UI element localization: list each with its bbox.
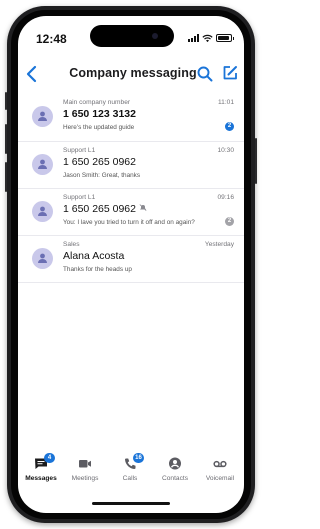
- status-time: 12:48: [36, 32, 67, 46]
- person-icon: [38, 253, 47, 263]
- volume-up-button: [5, 124, 7, 154]
- conversation-preview: You: I lave you tried to turn it off and…: [63, 219, 195, 226]
- tab-label: Contacts: [161, 475, 189, 482]
- conversation-title: Alana Acosta: [63, 250, 125, 262]
- avatar: [32, 248, 53, 269]
- tab-meetings[interactable]: Meetings: [63, 453, 107, 491]
- status-icons: [188, 33, 234, 43]
- avatar: [32, 154, 53, 175]
- tab-calls[interactable]: 16 Calls: [108, 453, 152, 491]
- dynamic-island: [90, 25, 174, 47]
- conversation-line: Support L1: [63, 194, 96, 201]
- home-indicator[interactable]: [92, 502, 170, 505]
- video-icon: [79, 460, 91, 468]
- conversation-preview: Here's the updated guide: [63, 124, 135, 131]
- tab-bar: 4 Messages Meetings 16 Calls Contacts Vo…: [18, 453, 244, 493]
- tab-label: Calls: [122, 475, 138, 482]
- volume-down-button: [5, 162, 7, 192]
- mute-bell-icon: [139, 204, 147, 211]
- conversation-title: 1 650 265 0962: [63, 156, 136, 168]
- conversation-line: Main company number: [63, 99, 131, 106]
- contact-icon: [169, 457, 181, 470]
- conversation-title-wrap: 1 650 265 0962: [63, 203, 147, 215]
- voicemail-icon: [213, 460, 227, 468]
- phone-screen: 12:48 Company messaging Main company num…: [18, 16, 244, 513]
- unread-badge: 2: [225, 122, 234, 131]
- power-button: [255, 138, 257, 184]
- person-icon: [38, 206, 47, 216]
- cellular-signal-icon: [188, 34, 199, 42]
- tab-contacts[interactable]: Contacts: [153, 453, 197, 491]
- conversation-row[interactable]: Support L1 09:16 1 650 265 0962 You: I l…: [18, 189, 244, 236]
- conversation-time: 09:16: [217, 194, 234, 201]
- conversation-row[interactable]: Sales Yesterday Alana Acosta Thanks for …: [18, 236, 244, 283]
- calls-badge: 16: [133, 453, 144, 463]
- conversation-row[interactable]: Main company number 11:01 1 650 123 3132…: [18, 94, 244, 142]
- conversation-list: Main company number 11:01 1 650 123 3132…: [18, 94, 244, 283]
- compose-icon[interactable]: [222, 65, 238, 81]
- person-icon: [38, 159, 47, 169]
- tab-label: Messages: [25, 475, 57, 482]
- wifi-icon: [202, 34, 213, 42]
- conversation-time: 10:30: [217, 147, 234, 154]
- conversation-preview: Thanks for the heads up: [63, 266, 132, 273]
- search-icon[interactable]: [196, 65, 214, 83]
- avatar: [32, 201, 53, 222]
- tab-messages[interactable]: 4 Messages: [19, 453, 63, 491]
- unread-badge: 2: [225, 217, 234, 226]
- conversation-line: Support L1: [63, 147, 96, 154]
- conversation-title: 1 650 265 0962: [63, 203, 136, 215]
- action-button: [5, 92, 7, 110]
- conversation-preview: Jason Smith: Great, thanks: [63, 172, 141, 179]
- conversation-time: 11:01: [217, 99, 234, 106]
- front-camera: [152, 33, 158, 39]
- tab-label: Voicemail: [205, 475, 235, 482]
- messages-badge: 4: [44, 453, 55, 463]
- avatar: [32, 106, 53, 127]
- conversation-row[interactable]: Support L1 10:30 1 650 265 0962 Jason Sm…: [18, 142, 244, 189]
- tab-voicemail[interactable]: Voicemail: [198, 453, 242, 491]
- nav-bar: Company messaging: [18, 62, 244, 88]
- battery-icon: [216, 34, 234, 42]
- conversation-title: 1 650 123 3132: [63, 108, 136, 120]
- status-bar: 12:48: [18, 16, 244, 56]
- tab-label: Meetings: [71, 475, 99, 482]
- conversation-time: Yesterday: [204, 241, 234, 248]
- person-icon: [38, 111, 47, 121]
- conversation-line: Sales: [63, 241, 80, 248]
